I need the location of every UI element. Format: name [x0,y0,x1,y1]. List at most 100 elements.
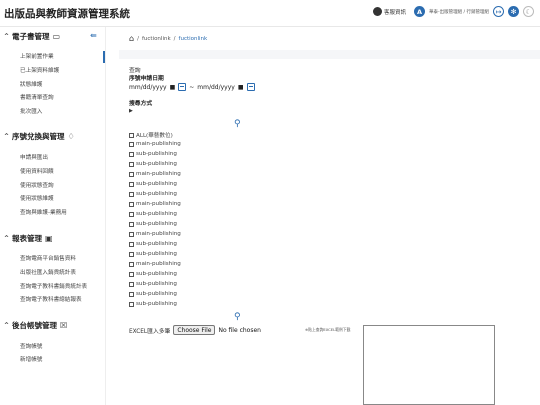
sidebar-item[interactable]: 申請與匯出 [20,153,48,161]
checkbox[interactable] [129,221,134,227]
checkbox[interactable] [129,291,134,297]
checkbox[interactable] [129,261,134,267]
publisher-checkbox-row[interactable]: sub-publishing [129,161,177,167]
logout-icon[interactable]: ↦ [493,6,504,17]
checkbox[interactable] [129,201,134,207]
publisher-checkbox-row[interactable]: sub-publishing [129,291,177,297]
publisher-checkbox-row[interactable]: sub-publishing [129,211,177,217]
date-label: 序號申請日期 [129,76,164,82]
checkbox[interactable] [129,231,134,237]
sidebar-item[interactable]: 查詢與維護-業務用 [20,208,67,216]
publisher-checkbox-row[interactable]: sub-publishing [129,301,177,307]
checkbox[interactable] [129,191,134,197]
publisher-checkbox-row[interactable]: sub-publishing [129,151,177,157]
gear-icon[interactable]: ✻ [508,6,519,17]
moon-icon[interactable]: ☾ [523,6,534,17]
sidebar-item[interactable]: 新增帳號 [20,355,42,363]
publisher-checkbox-row[interactable]: sub-publishing [129,181,177,187]
chevron-up-icon: ^ [4,235,10,242]
publisher-checkbox-row[interactable]: sub-publishing [129,281,177,287]
search-icon[interactable]: ⚲ [234,312,241,322]
sidebar-item[interactable]: 使用狀態維護 [20,194,54,202]
checkbox[interactable] [129,301,134,307]
expand-triangle-icon[interactable]: ▶ [129,108,133,114]
sidebar-section-serial[interactable]: ^ 序號兌換與管理 ♢ [4,131,75,142]
sidebar-section-account[interactable]: ^ 後台帳號管理 ☒ [4,320,67,331]
active-indicator [103,51,105,63]
sidebar-section-ebook[interactable]: ^ 電子書管理 ▭ [4,31,60,42]
checkbox[interactable] [129,271,134,277]
checkbox-label: ALL(華藝數位) [136,133,173,139]
chevron-up-icon: ^ [4,133,10,140]
publisher-checkbox-row[interactable]: ALL(華藝數位) [129,131,173,139]
publisher-checkbox-row[interactable]: main-publishing [129,201,181,207]
sidebar-item[interactable]: 查詢電商平台銷售資料 [20,254,76,262]
date-start-input[interactable]: mm/dd/yyyy [129,84,167,91]
calendar-picker-icon[interactable] [246,83,255,91]
service-label: 客服資訊 [383,9,406,16]
excel-paste-textarea[interactable] [363,325,495,405]
excel-import-label: EXCEL匯入多筆 [129,328,171,335]
checkbox-label: sub-publishing [136,301,177,307]
checkbox[interactable] [129,161,134,167]
sidebar-item[interactable]: 出版社匯入銷貨統計表 [20,268,76,276]
checkbox[interactable] [129,251,134,257]
choose-file-button[interactable]: Choose File [173,325,216,335]
publisher-checkbox-row[interactable]: main-publishing [129,261,181,267]
publisher-checkbox-row[interactable]: sub-publishing [129,251,177,257]
app-title: 出版品與教師資源管理系統 [4,8,130,20]
publisher-checkbox-row[interactable]: sub-publishing [129,221,177,227]
checkbox-label: sub-publishing [136,151,177,157]
checkbox-label: sub-publishing [136,211,177,217]
sidebar-item[interactable]: 使用資料回饋 [20,167,54,175]
date-range: mm/dd/yyyy ■ ~ mm/dd/yyyy ■ [129,83,255,91]
checkbox-label: sub-publishing [136,291,177,297]
sidebar-item[interactable]: 查詢電子教科書總結報表 [20,295,82,303]
breadcrumb-current: fuctionlink [178,35,208,42]
avatar[interactable]: A [414,6,425,17]
sidebar-item[interactable]: 使用狀態查詢 [20,181,54,189]
section-title: 序號兌換與管理 [12,132,65,141]
breadcrumb-separator: / [173,35,176,42]
sidebar-item[interactable]: 書籍清單查詢 [20,93,54,101]
chevron-up-icon: ^ [4,33,10,40]
checkbox[interactable] [129,171,134,177]
calendar-icon[interactable]: ■ [238,84,244,91]
sidebar-collapse-icon[interactable]: ⇚ [90,31,97,40]
checkbox-label: sub-publishing [136,181,177,187]
checkbox[interactable] [129,211,134,217]
sidebar-item[interactable]: 狀態維護 [20,80,42,88]
breadcrumb-root[interactable]: fuctionlink [142,36,171,42]
checkbox-label: sub-publishing [136,281,177,287]
sidebar-section-report[interactable]: ^ 報表管理 ▣ [4,233,53,244]
ticket-icon: ♢ [67,132,75,141]
checkbox[interactable] [129,132,134,138]
publisher-checkbox-row[interactable]: main-publishing [129,231,181,237]
account-icon: ☒ [60,321,68,330]
home-icon[interactable]: ⌂ [129,34,134,43]
excel-hint[interactable]: ※貼上查詢EXCEL範例下載 [305,327,350,333]
publisher-checkbox-row[interactable]: sub-publishing [129,241,177,247]
publisher-checkbox-row[interactable]: sub-publishing [129,191,177,197]
checkbox[interactable] [129,281,134,287]
section-title: 報表管理 [12,234,43,243]
checkbox-label: main-publishing [136,171,181,177]
calendar-picker-icon[interactable] [178,83,187,91]
publisher-checkbox-row[interactable]: sub-publishing [129,271,177,277]
date-end-input[interactable]: mm/dd/yyyy [197,84,235,91]
breadcrumb-separator: / [137,35,139,42]
service-info-button[interactable]: 客服資訊 [372,7,406,16]
checkbox[interactable] [129,141,134,147]
sidebar-item[interactable]: 上架前置作業 [20,52,54,60]
sidebar-item[interactable]: 批次匯入 [20,107,42,115]
search-icon[interactable]: ⚲ [234,119,241,129]
sidebar-item[interactable]: 已上架資料維護 [20,66,59,74]
checkbox[interactable] [129,151,134,157]
calendar-icon[interactable]: ■ [170,84,176,91]
checkbox[interactable] [129,181,134,187]
sidebar-item[interactable]: 查詢電子教科書銷貨統計表 [20,282,87,290]
publisher-checkbox-row[interactable]: main-publishing [129,171,181,177]
sidebar-item[interactable]: 查詢帳號 [20,342,42,350]
checkbox[interactable] [129,241,134,247]
publisher-checkbox-row[interactable]: main-publishing [129,141,181,147]
